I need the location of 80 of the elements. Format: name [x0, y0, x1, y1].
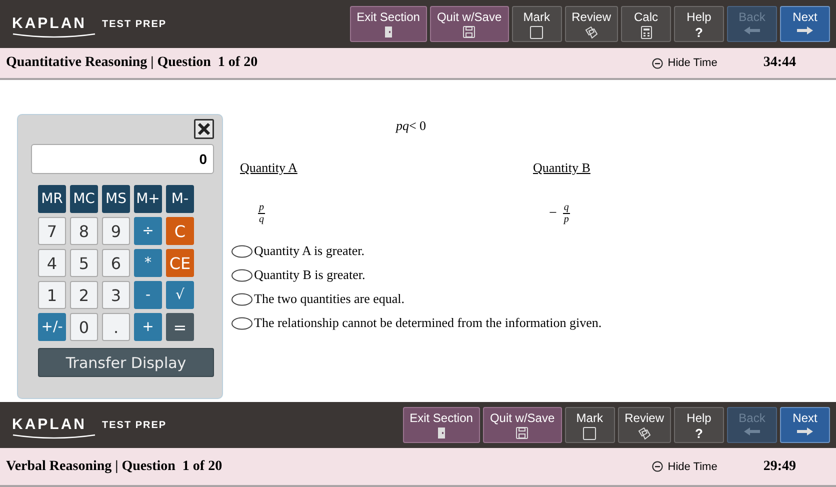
section-title: Quantitative Reasoning | Question 1 of 20	[6, 55, 258, 71]
swoosh-icon	[12, 33, 96, 39]
calculator-key[interactable]: 2	[70, 281, 98, 309]
calculator-key[interactable]: +/-	[38, 313, 66, 341]
radio-button[interactable]	[231, 244, 253, 258]
close-icon[interactable]	[194, 119, 214, 139]
toolbar-button[interactable]: Next	[780, 6, 830, 42]
fraction: p q	[258, 202, 265, 225]
toolbar-button[interactable]: Quit w/Save	[430, 6, 509, 42]
toolbar-button[interactable]: Mark	[564, 407, 615, 443]
logo-tagline: TEST PREP	[102, 420, 167, 430]
minus-sign: −	[549, 206, 557, 222]
pages-icon	[584, 26, 598, 39]
section-title: Verbal Reasoning | Question 1 of 20	[6, 458, 222, 474]
calculator-key[interactable]: 0	[70, 313, 98, 341]
calculator-key[interactable]: 3	[102, 281, 130, 309]
toolbar-button[interactable]: Quit w/Save	[482, 407, 562, 443]
left-arrow-icon	[744, 26, 760, 35]
door-icon	[384, 26, 393, 38]
calculator-key[interactable]: 1	[38, 281, 66, 309]
calculator-key[interactable]: .	[102, 313, 130, 341]
toolbar-button[interactable]: Exit Section	[350, 6, 427, 42]
calculator-key[interactable]: =	[166, 313, 194, 341]
toolbar-button[interactable]: Calc	[621, 6, 671, 42]
calculator-key[interactable]: 6	[102, 249, 130, 277]
hide-time-button[interactable]: Hide Time	[646, 56, 724, 70]
quantity-heading: Quantity B	[533, 160, 590, 176]
answer-option-text: The relationship cannot be determined from the information given.	[254, 315, 602, 331]
toolbar-button[interactable]: Review	[564, 6, 618, 42]
logo-wordmark: KAPLAN	[12, 15, 86, 32]
answer-option-text: Quantity B is greater.	[254, 267, 366, 283]
calculator-key[interactable]: ÷	[134, 217, 162, 245]
calculator-key[interactable]: -	[134, 281, 162, 309]
calculator-key[interactable]: 7	[38, 217, 66, 245]
square-icon	[530, 26, 544, 39]
radio-button[interactable]	[231, 292, 253, 306]
right-arrow-icon	[797, 26, 813, 35]
calculator-display: 0	[31, 144, 214, 174]
calculator-key[interactable]: CE	[166, 249, 194, 277]
transfer-display-button[interactable]: Transfer Display	[38, 348, 214, 377]
toolbar-button[interactable]: Help ?	[674, 407, 724, 443]
answer-option-text: The two quantities are equal.	[254, 291, 405, 307]
pages-icon	[638, 427, 651, 440]
toolbar-button[interactable]: Help ?	[674, 6, 724, 42]
calculator-icon	[640, 26, 652, 39]
calculator-key[interactable]: 8	[70, 217, 98, 245]
calculator-key[interactable]: MR	[38, 185, 66, 213]
calculator-key[interactable]: √	[166, 281, 194, 309]
calculator-key[interactable]: 9	[102, 217, 130, 245]
timer: 29:49	[763, 458, 796, 474]
calculator-key[interactable]: M+	[134, 185, 162, 213]
logo-tagline: TEST PREP	[102, 18, 167, 30]
hide-time-button[interactable]: Hide Time	[646, 460, 724, 474]
toolbar-button[interactable]: Review	[618, 407, 671, 443]
door-icon	[436, 427, 446, 439]
square-icon	[583, 427, 596, 440]
left-arrow-icon	[744, 427, 760, 436]
fraction: q p	[562, 202, 570, 225]
toolbar-button[interactable]: Mark	[512, 6, 562, 42]
calculator-key[interactable]: *	[134, 249, 162, 277]
condition-text: pq< 0	[396, 118, 426, 133]
timer: 34:44	[763, 55, 796, 71]
radio-button[interactable]	[231, 268, 253, 282]
logo-wordmark: KAPLAN	[12, 416, 86, 433]
calculator-key[interactable]: C	[166, 217, 194, 245]
radio-button[interactable]	[231, 316, 253, 330]
quantity-heading: Quantity A	[240, 160, 298, 176]
answer-option-text: Quantity A is greater.	[254, 243, 364, 259]
calculator-key[interactable]: 4	[38, 249, 66, 277]
toolbar-button[interactable]: Exit Section	[402, 407, 480, 443]
swoosh-icon	[12, 434, 96, 440]
minus-circle-icon	[652, 461, 663, 472]
toolbar-button[interactable]: Next	[780, 407, 830, 443]
minus-circle-icon	[652, 58, 663, 68]
calculator-key[interactable]: M-	[166, 185, 194, 213]
calculator-key[interactable]: +	[134, 313, 162, 341]
calculator-key[interactable]: MC	[70, 185, 98, 213]
right-arrow-icon	[797, 427, 813, 436]
calculator-key[interactable]: 5	[70, 249, 98, 277]
calculator-key[interactable]: MS	[102, 185, 130, 213]
